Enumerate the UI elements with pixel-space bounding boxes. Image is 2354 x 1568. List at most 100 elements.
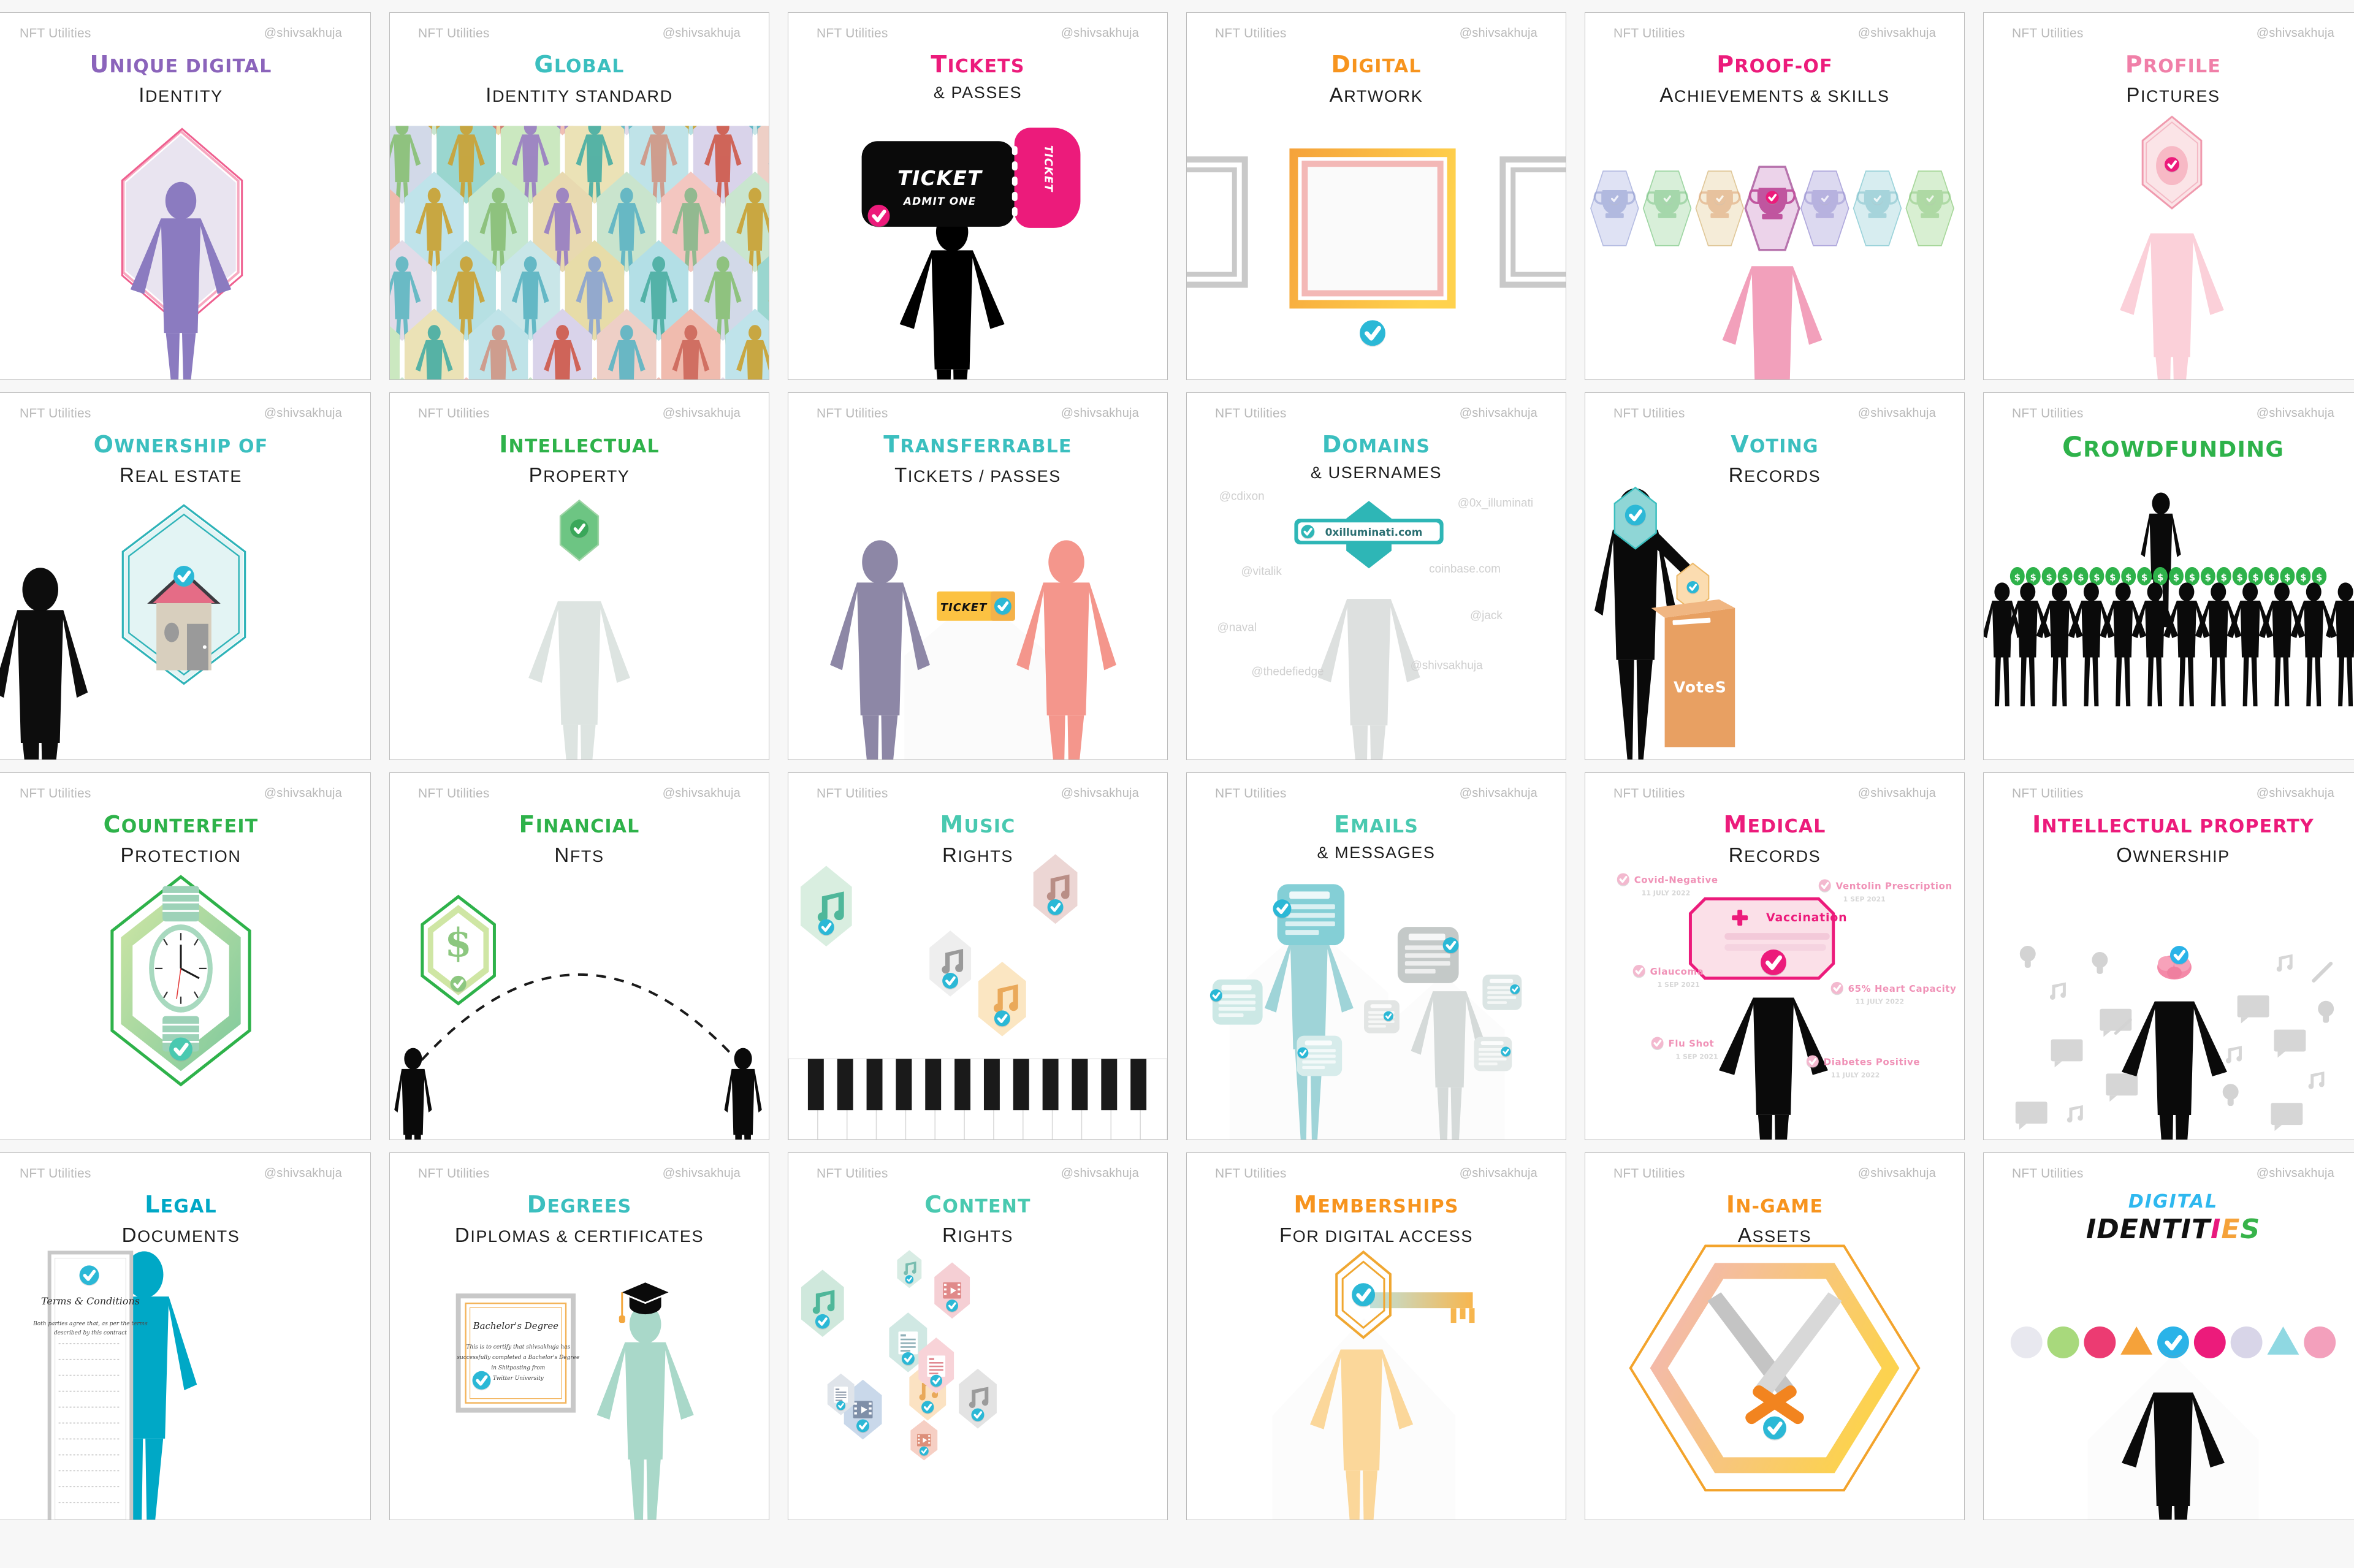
card-titles: Crowdfunding	[1984, 431, 2354, 463]
verified-badge-icon	[1819, 192, 1831, 205]
person-figure	[2131, 582, 2179, 707]
card-header: NFT Utilities @shivsakhuja	[1984, 393, 2354, 421]
card-voting-records[interactable]: VoteS NFT Utilities @shivsakhuja Voting R…	[1585, 392, 1965, 760]
brand-label: NFT Utilities	[20, 406, 91, 421]
person-head	[2274, 582, 2290, 601]
person-head	[492, 188, 505, 204]
verified-badge-icon	[1871, 192, 1883, 205]
card-titles: Proof-of Achievements & Skills	[1585, 51, 1964, 107]
card-titles: Domains & Usernames	[1187, 431, 1566, 482]
verified-badge-icon	[1625, 504, 1646, 527]
card-in-game-assets[interactable]: NFT Utilities @shivsakhuja In-Game Assets	[1585, 1152, 1965, 1520]
verified-badge-icon	[2165, 157, 2179, 173]
certificate-line-4: Twitter University	[493, 1376, 544, 1382]
verified-badge-icon	[1661, 192, 1674, 205]
card-digital-identities[interactable]: NFT Utilities @shivsakhuja DIGITAL IDENT…	[1983, 1152, 2354, 1520]
card-medical-records[interactable]: Vaccination Covid-Negative 11 JULY 2022 …	[1585, 772, 1965, 1140]
medical-entry-date: 1 SEP 2021	[1658, 981, 1700, 989]
card-proof-of-achievements[interactable]: NFT Utilities @shivsakhuja Proof-of Achie…	[1585, 12, 1965, 380]
card-ownership-of-real-estate[interactable]: NFT Utilities @shivsakhuja Ownership of R…	[0, 392, 371, 760]
card-unique-digital-identity[interactable]: NFT Utilities @shivsakhuja Unique Digita…	[0, 12, 371, 380]
card-header: NFT Utilities @shivsakhuja	[1585, 773, 1964, 801]
lightbulb-icon	[2318, 1000, 2334, 1023]
card-legal-documents[interactable]: Terms & Conditions Both parties agree th…	[0, 1152, 371, 1520]
card-crowdfunding[interactable]: $ $ $ $ $ $ $ $ $ $ $ $ $ $ $ $ $ $ $ $ …	[1983, 392, 2354, 760]
card-financial-nfts[interactable]: $ NFT Utilities @shivsakhuja Financial NF…	[389, 772, 769, 1140]
card-title-primary: Intellectual Property	[2032, 811, 2314, 838]
card-title-primary: Profile	[2125, 51, 2222, 78]
card-title-secondary: Identity	[139, 83, 223, 106]
card-domains-and-usernames[interactable]: @cdixon @0x_illuminati @vitalik coinbase.co…	[1186, 392, 1566, 760]
card-titles: Emails & Messages	[1187, 811, 1566, 862]
verified-badge-icon	[1651, 1037, 1664, 1050]
brand-label: NFT Utilities	[1613, 26, 1685, 40]
svg-text:$: $	[2300, 572, 2306, 583]
card-title-primary: Music	[940, 811, 1016, 838]
card-title-primary: Digital	[1331, 51, 1422, 78]
frame-left	[1187, 156, 1248, 288]
person-figure	[2290, 582, 2337, 707]
person-figure	[2100, 582, 2147, 707]
document-icon	[898, 1331, 918, 1355]
card-header: NFT Utilities @shivsakhuja	[1187, 13, 1566, 41]
verified-badge-icon	[1632, 964, 1645, 978]
card-digital-artwork[interactable]: NFT Utilities @shivsakhuja Digital Artwor…	[1186, 12, 1566, 380]
card-title-primary: Crowdfunding	[2062, 431, 2285, 463]
person-head	[556, 188, 569, 204]
card-memberships[interactable]: NFT Utilities @shivsakhuja Memberships fo…	[1186, 1152, 1566, 1520]
card-title-primary: DIGITAL	[2128, 1191, 2219, 1212]
author-handle: @shivsakhuja	[2256, 26, 2334, 40]
card-header: NFT Utilities @shivsakhuja	[1984, 13, 2354, 41]
person-figure	[899, 212, 1005, 379]
person-head	[684, 188, 698, 204]
card-content-rights[interactable]: NFT Utilities @shivsakhuja Content Rights	[788, 1152, 1168, 1520]
brand-label: NFT Utilities	[418, 786, 490, 801]
person-head	[427, 325, 441, 341]
brand-label: NFT Utilities	[418, 1166, 490, 1181]
card-global-identity-standard[interactable]: NFT Utilities @shivsakhuja Global Identit…	[389, 12, 769, 380]
identity-shape-circle	[2304, 1326, 2336, 1358]
card-emails-and-messages[interactable]: NFT Utilities @shivsakhuja Emails & Messa…	[1186, 772, 1566, 1140]
author-handle: @shivsakhuja	[1061, 1166, 1139, 1180]
person-head	[734, 1048, 752, 1070]
person-figure	[0, 568, 88, 759]
verified-badge-icon	[1761, 950, 1786, 976]
svg-text:$: $	[2030, 572, 2036, 583]
card-degrees-diplomas[interactable]: Bachelor's Degree This is to certify tha…	[389, 1152, 769, 1520]
lightbulb-icon	[2092, 952, 2108, 974]
floating-handle: @jack	[1470, 609, 1503, 622]
ticket-shape: TICKET ADMIT ONE TICKET	[861, 127, 1081, 228]
card-music-rights[interactable]: NFT Utilities @shivsakhuja Music Rights	[788, 772, 1168, 1140]
music-note-icon	[2276, 954, 2293, 972]
person-figure	[2036, 582, 2083, 707]
card-header: NFT Utilities @shivsakhuja	[390, 393, 769, 421]
card-title-secondary: & Passes	[933, 83, 1023, 102]
verified-badge-icon	[942, 972, 959, 990]
svg-text:$: $	[2252, 572, 2258, 583]
card-title-secondary: Pictures	[2126, 83, 2220, 106]
verified-badge-icon	[1510, 984, 1520, 995]
svg-text:$: $	[2093, 572, 2100, 583]
domain-input-field[interactable]: 0xilluminati.com	[1294, 519, 1444, 545]
card-tickets-and-passes[interactable]: TICKET ADMIT ONE TICKET NFT Utilities @s…	[788, 12, 1168, 380]
medical-entry-label: Ventolin Prescription	[1836, 880, 1952, 891]
card-counterfeit-protection[interactable]: NFT Utilities @shivsakhuja Counterfeit Pr…	[0, 772, 371, 1140]
author-handle: @shivsakhuja	[2256, 1166, 2334, 1180]
card-intellectual-property-ownership[interactable]: NFT Utilities @shivsakhuja Intellectual …	[1983, 772, 2354, 1140]
card-titles: Financial NFTs	[390, 811, 769, 867]
person-figure	[2122, 1001, 2227, 1140]
person-head	[524, 256, 537, 272]
film-icon	[853, 1401, 873, 1418]
brand-label: NFT Utilities	[1215, 26, 1287, 40]
brand-label: NFT Utilities	[20, 786, 91, 801]
card-header: NFT Utilities @shivsakhuja	[1187, 773, 1566, 801]
card-profile-pictures[interactable]: NFT Utilities @shivsakhuja Profile Pictur…	[1983, 12, 2354, 380]
person-head	[588, 126, 601, 135]
card-intellectual-property[interactable]: NFT Utilities @shivsakhuja Intellectual P…	[389, 392, 769, 760]
music-note-icon	[2226, 1046, 2242, 1064]
card-transferrable-tickets[interactable]: TICKET NFT Utilities @shivsakhuja Transf…	[788, 392, 1168, 760]
person-figure	[1984, 582, 2022, 707]
person-head	[652, 126, 666, 135]
identity-shape-circle	[2084, 1326, 2116, 1358]
card-title-secondary: Achievements & Skills	[1659, 83, 1890, 106]
